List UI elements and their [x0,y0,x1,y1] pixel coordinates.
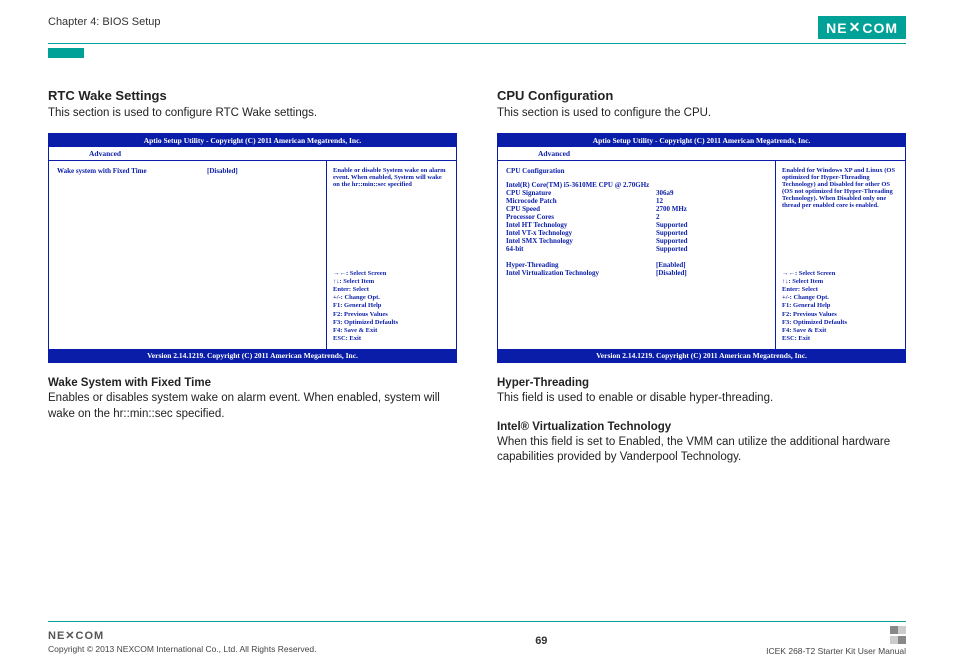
bios-key-legend: →←: Select Screen ↑↓: Select Item Enter:… [333,270,450,343]
bit64-value: Supported [656,245,688,253]
bit64-label: 64-bit [506,245,656,253]
section-title-cpu: CPU Configuration [497,88,906,103]
accent-bar [48,48,84,58]
copyright-text: Copyright © 2013 NEXCOM International Co… [48,644,316,654]
subdesc-hyper-threading: This field is used to enable or disable … [497,391,906,407]
subhead-intel-vt: Intel® Virtualization Technology [497,421,906,433]
bios-header: Aptio Setup Utility - Copyright (C) 2011… [49,134,456,147]
footer-squares-icon [766,626,906,646]
bios-panel-rtc: Aptio Setup Utility - Copyright (C) 2011… [48,133,457,363]
smx-tech-value: Supported [656,237,688,245]
cpu-model: Intel(R) Core(TM) i5-3610ME CPU @ 2.70GH… [506,181,767,189]
cpu-speed-value: 2700 MHz [656,205,687,213]
microcode-value: 12 [656,197,663,205]
subdesc-intel-vt: When this field is set to Enabled, the V… [497,435,906,466]
bios-header: Aptio Setup Utility - Copyright (C) 2011… [498,134,905,147]
vtx-tech-value: Supported [656,229,688,237]
brand-logo: NE✕COM [818,16,906,39]
bios-footer: Version 2.14.1219. Copyright (C) 2011 Am… [49,349,456,362]
manual-title: ICEK 268-T2 Starter Kit User Manual [766,646,906,656]
subhead-hyper-threading: Hyper-Threading [497,377,906,389]
chapter-label: Chapter 4: BIOS Setup [48,16,161,28]
subhead-wake-fixed-time: Wake System with Fixed Time [48,377,457,389]
hyper-threading-value[interactable]: [Enabled] [656,261,686,269]
section-title-rtc: RTC Wake Settings [48,88,457,103]
bios-help-text: Enabled for Windows XP and Linux (OS opt… [782,167,899,209]
section-desc-cpu: This section is used to configure the CP… [497,107,906,119]
smx-tech-label: Intel SMX Technology [506,237,656,245]
cpu-config-heading: CPU Configuration [506,167,767,175]
subdesc-wake-fixed-time: Enables or disables system wake on alarm… [48,391,457,422]
intel-vt-option[interactable]: Intel Virtualization Technology [506,269,656,277]
bios-footer: Version 2.14.1219. Copyright (C) 2011 Am… [498,349,905,362]
intel-vt-value[interactable]: [Disabled] [656,269,687,277]
cores-label: Processor Cores [506,213,656,221]
cpu-sig-value: 306a9 [656,189,674,197]
microcode-label: Microcode Patch [506,197,656,205]
bios-key-legend: →←: Select Screen ↑↓: Select Item Enter:… [782,270,899,343]
bios-tab-advanced[interactable]: Advanced [498,147,905,161]
cores-value: 2 [656,213,660,221]
footer-logo: NE✕COM [48,629,316,642]
wake-fixed-time-value[interactable]: [Disabled] [207,167,238,175]
bios-panel-cpu: Aptio Setup Utility - Copyright (C) 2011… [497,133,906,363]
cpu-speed-label: CPU Speed [506,205,656,213]
ht-tech-label: Intel HT Technology [506,221,656,229]
cpu-sig-label: CPU Signature [506,189,656,197]
page-number: 69 [535,635,547,647]
hyper-threading-option[interactable]: Hyper-Threading [506,261,656,269]
ht-tech-value: Supported [656,221,688,229]
bios-help-text: Enable or disable System wake on alarm e… [333,167,450,188]
vtx-tech-label: Intel VT-x Technology [506,229,656,237]
section-desc-rtc: This section is used to configure RTC Wa… [48,107,457,119]
wake-fixed-time-label[interactable]: Wake system with Fixed Time [57,167,207,175]
bios-tab-advanced[interactable]: Advanced [49,147,456,161]
